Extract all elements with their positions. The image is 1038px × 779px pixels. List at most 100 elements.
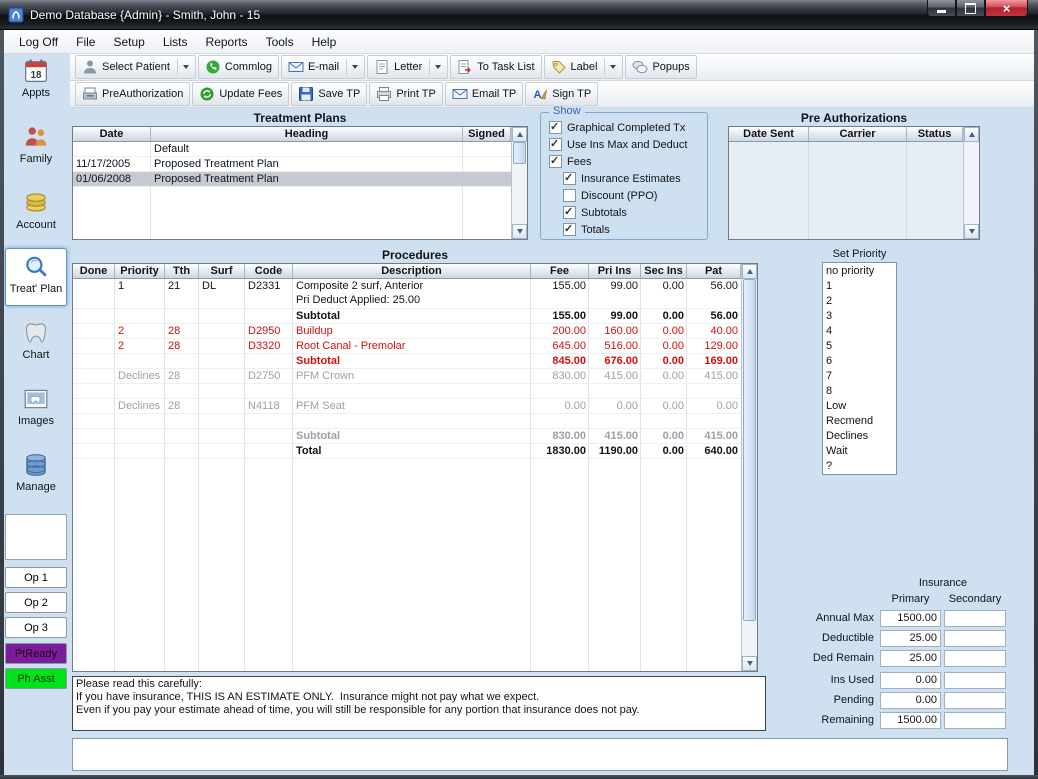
grid-header-cell-code[interactable]: Code <box>245 264 293 278</box>
toolbar-button-to-task-list[interactable]: To Task List <box>450 55 541 79</box>
show-option-graphical-completed-tx[interactable]: Graphical Completed Tx <box>549 121 707 134</box>
show-option-use-ins-max-and-deduct[interactable]: Use Ins Max and Deduct <box>549 138 707 151</box>
procedure-row[interactable]: Subtotal845.00676.000.00169.00 <box>73 354 741 369</box>
checkbox-discount-ppo[interactable] <box>563 189 576 202</box>
procedure-row[interactable]: Declines28D2750PFM Crown830.00415.000.00… <box>73 369 741 384</box>
priority-option-2[interactable]: 2 <box>823 294 896 309</box>
procedure-row[interactable]: 228D2950Buildup200.00160.000.0040.00 <box>73 324 741 339</box>
sidebar-button-ptready[interactable]: PtReady <box>5 643 67 664</box>
checkbox-use-ins-max-and-deduct[interactable] <box>549 138 562 151</box>
sidebar-module-family[interactable]: Family <box>5 124 67 165</box>
show-option-totals[interactable]: Totals <box>563 223 707 236</box>
priority-option-8[interactable]: 8 <box>823 384 896 399</box>
dropdown-arrow-icon[interactable] <box>435 65 441 69</box>
grid-header-cell-signed[interactable]: Signed <box>463 127 511 141</box>
sidebar-module-manage[interactable]: Manage <box>5 452 67 493</box>
show-option-fees[interactable]: Fees <box>549 155 707 168</box>
grid-header-cell-description[interactable]: Description <box>293 264 531 278</box>
priority-option-4[interactable]: 4 <box>823 324 896 339</box>
menu-item-help[interactable]: Help <box>303 32 346 52</box>
menu-item-setup[interactable]: Setup <box>104 32 153 52</box>
sidebar-button-op-2[interactable]: Op 2 <box>5 592 67 613</box>
treatment-plan-row[interactable]: 11/17/2005Proposed Treatment Plan <box>73 157 511 172</box>
scroll-thumb[interactable] <box>743 279 756 621</box>
toolbar-button-preauthorization[interactable]: PreAuthorization <box>75 82 190 106</box>
priority-option-5[interactable]: 5 <box>823 339 896 354</box>
maximize-button[interactable] <box>956 0 985 17</box>
vertical-scrollbar[interactable] <box>511 127 527 239</box>
dropdown-arrow-icon[interactable] <box>610 65 616 69</box>
grid-header-cell-priority[interactable]: Priority <box>115 264 165 278</box>
priority-option-low[interactable]: Low <box>823 399 896 414</box>
priority-option-declines[interactable]: Declines <box>823 429 896 444</box>
priority-option-6[interactable]: 6 <box>823 354 896 369</box>
grid-header-cell-pri-ins[interactable]: Pri Ins <box>589 264 641 278</box>
priority-option-recmend[interactable]: Recmend <box>823 414 896 429</box>
scroll-up-button[interactable] <box>964 127 979 142</box>
title-bar[interactable]: Demo Database {Admin} - Smith, John - 15… <box>0 0 1038 30</box>
toolbar-button-save-tp[interactable]: Save TP <box>291 82 367 106</box>
sidebar-button-op-1[interactable]: Op 1 <box>5 567 67 588</box>
grid-header-cell-status[interactable]: Status <box>907 127 963 141</box>
priority-option-wait[interactable]: Wait <box>823 444 896 459</box>
grid-header-cell-date[interactable]: Date <box>73 127 151 141</box>
procedure-row[interactable] <box>73 414 741 429</box>
priority-option-1[interactable]: 1 <box>823 279 896 294</box>
scroll-thumb[interactable] <box>513 142 526 164</box>
minimize-button[interactable] <box>927 0 956 17</box>
toolbar-button-email-tp[interactable]: Email TP <box>445 82 523 106</box>
scroll-track[interactable] <box>964 142 979 224</box>
grid-header-cell-pat[interactable]: Pat <box>687 264 741 278</box>
show-option-subtotals[interactable]: Subtotals <box>563 206 707 219</box>
scroll-down-button[interactable] <box>964 224 979 239</box>
toolbar-button-update-fees[interactable]: Update Fees <box>192 82 289 106</box>
menu-item-reports[interactable]: Reports <box>197 32 257 52</box>
sidebar-module-chart[interactable]: Chart <box>5 320 67 361</box>
grid-header-cell-tth[interactable]: Tth <box>165 264 199 278</box>
show-option-insurance-estimates[interactable]: Insurance Estimates <box>563 172 707 185</box>
toolbar-button-letter[interactable]: Letter <box>367 55 448 79</box>
scroll-track[interactable] <box>742 279 757 656</box>
sidebar-button-op-3[interactable]: Op 3 <box>5 617 67 638</box>
scroll-down-button[interactable] <box>512 224 527 239</box>
sidebar-module-treat-plan[interactable]: Treat' Plan <box>5 248 67 306</box>
procedure-row[interactable]: Declines28N4118PFM Seat0.000.000.000.00 <box>73 399 741 414</box>
set-priority-listbox[interactable]: no priority12345678LowRecmendDeclinesWai… <box>822 262 897 475</box>
checkbox-subtotals[interactable] <box>563 206 576 219</box>
checkbox-totals[interactable] <box>563 223 576 236</box>
menu-item-tools[interactable]: Tools <box>257 32 303 52</box>
procedure-row[interactable] <box>73 384 741 399</box>
toolbar-button-label[interactable]: Label <box>544 55 624 79</box>
grid-header-cell-date-sent[interactable]: Date Sent <box>729 127 809 141</box>
scroll-track[interactable] <box>512 142 527 224</box>
toolbar-button-e-mail[interactable]: E-mail <box>281 55 365 79</box>
toolbar-button-select-patient[interactable]: Select Patient <box>75 55 196 79</box>
toolbar-button-sign-tp[interactable]: ASign TP <box>525 82 598 106</box>
checkbox-graphical-completed-tx[interactable] <box>549 121 562 134</box>
sidebar-button-ph-asst[interactable]: Ph Asst <box>5 668 67 689</box>
procedure-row[interactable]: Total1830.001190.000.00640.00 <box>73 444 741 459</box>
procedure-row[interactable]: Subtotal155.0099.000.0056.00 <box>73 309 741 324</box>
priority-option-no-priority[interactable]: no priority <box>823 264 896 279</box>
checkbox-fees[interactable] <box>549 155 562 168</box>
checkbox-insurance-estimates[interactable] <box>563 172 576 185</box>
procedure-row[interactable]: 121DLD2331Composite 2 surf, AnteriorPri … <box>73 279 741 309</box>
procedure-row[interactable]: 228D3320Root Canal - Premolar645.00516.0… <box>73 339 741 354</box>
sidebar-module-images[interactable]: Images <box>5 386 67 427</box>
dropdown-arrow-icon[interactable] <box>183 65 189 69</box>
scroll-down-button[interactable] <box>742 656 757 671</box>
grid-header-cell-fee[interactable]: Fee <box>531 264 589 278</box>
menu-item-log-off[interactable]: Log Off <box>10 32 67 52</box>
show-option-discount-ppo[interactable]: Discount (PPO) <box>563 189 707 202</box>
toolbar-button-commlog[interactable]: Commlog <box>198 55 279 79</box>
sidebar-module-appts[interactable]: 18Appts <box>5 58 67 99</box>
priority-option-3[interactable]: 3 <box>823 309 896 324</box>
treatment-plan-row[interactable]: Default <box>73 142 511 157</box>
priority-option-7[interactable]: 7 <box>823 369 896 384</box>
procedure-row[interactable]: Subtotal830.00415.000.00415.00 <box>73 429 741 444</box>
grid-header-cell-surf[interactable]: Surf <box>199 264 245 278</box>
menu-item-file[interactable]: File <box>67 32 104 52</box>
vertical-scrollbar[interactable] <box>741 264 757 671</box>
scroll-up-button[interactable] <box>512 127 527 142</box>
vertical-scrollbar[interactable] <box>963 127 979 239</box>
